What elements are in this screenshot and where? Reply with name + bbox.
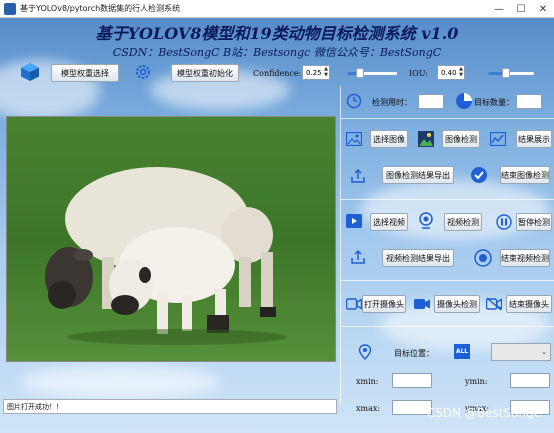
confidence-slider-handle[interactable] [356, 68, 364, 78]
pause-detect-button[interactable]: 暂停检测 [516, 213, 552, 231]
confidence-slider[interactable] [347, 68, 397, 78]
sheep-photo [7, 117, 335, 361]
location-icon [358, 344, 372, 360]
end-camera-button[interactable]: 结束摄像头 [506, 295, 552, 313]
section-divider [340, 118, 554, 119]
iou-value: 0.40 [441, 68, 457, 77]
video-icon [346, 214, 362, 228]
iou-slider-handle[interactable] [502, 68, 510, 78]
image-detect-icon [418, 131, 434, 147]
iou-spinbox[interactable]: 0.40 ▲ ▼ [437, 65, 465, 80]
iou-label: IOU: [409, 69, 428, 78]
cloud-decoration [20, 365, 220, 400]
target-position-label: 目标位置： [394, 349, 434, 358]
cloud-decoration [360, 180, 550, 240]
close-icon[interactable]: ✕ [532, 0, 554, 18]
select-model-button[interactable]: 模型权重选择 [51, 64, 119, 82]
count-value-field [516, 94, 542, 109]
chevron-down-icon: ⌄ [541, 348, 547, 356]
ymin-field [510, 373, 550, 388]
export-image-result-button[interactable]: 图像检测结果导出 [382, 166, 454, 184]
xmin-field [392, 373, 432, 388]
minimize-icon[interactable]: — [488, 0, 510, 18]
open-camera-button[interactable]: 打开摄像头 [362, 295, 406, 313]
webcam-detect-icon [419, 212, 433, 229]
select-video-button[interactable]: 选择视频 [370, 213, 408, 231]
camera-detect-icon [414, 299, 430, 309]
section-divider [340, 280, 554, 281]
confidence-value: 0.25 [306, 68, 322, 77]
spin-arrows-icon[interactable]: ▲ ▼ [459, 66, 463, 78]
pause-icon [496, 214, 512, 230]
detect-image-button[interactable]: 图像检测 [442, 130, 480, 148]
xmax-label: xmax: [356, 404, 381, 413]
line-chart-icon [490, 132, 506, 146]
time-label: 检测用时： [372, 98, 412, 107]
camera-off-icon [486, 297, 502, 311]
section-divider [340, 199, 554, 200]
target-select-dropdown[interactable]: ⌄ [491, 343, 551, 361]
status-message: 图片打开成功！！ [7, 402, 63, 411]
panel-divider [340, 86, 341, 404]
pie-chart-icon [456, 93, 472, 109]
ymin-label: ymin: [465, 377, 488, 386]
end-image-detect-button[interactable]: 结束图像检测 [500, 166, 550, 184]
confidence-label: Confidence: [253, 69, 302, 78]
window-controls: — ☐ ✕ [488, 0, 554, 18]
app-icon [4, 2, 16, 15]
page-subtitle: CSDN：BestSongC B站：Bestsongc 微信公众号：BestSo… [112, 46, 442, 59]
image-icon [346, 132, 362, 146]
spin-arrows-icon[interactable]: ▲ ▼ [324, 66, 328, 78]
iou-slider[interactable] [488, 68, 534, 78]
select-image-button[interactable]: 选择图像 [370, 130, 408, 148]
init-model-button[interactable]: 模型权重初始化 [171, 64, 239, 82]
section-divider [340, 326, 554, 327]
gear-icon [136, 65, 150, 79]
check-circle-icon [471, 167, 487, 183]
export-icon [351, 168, 365, 183]
window-title: 基于YOLOv8/pytorch数据集的行人检测系统 [20, 4, 181, 13]
confidence-spinbox[interactable]: 0.25 ▲ ▼ [302, 65, 330, 80]
count-label: 目标数量： [474, 98, 514, 107]
export-video-result-button[interactable]: 视频检测结果导出 [382, 249, 454, 267]
cube-icon [21, 63, 39, 81]
status-bar: 图片打开成功！！ [3, 399, 337, 414]
time-value-field [418, 94, 444, 109]
xmin-label: xmin: [356, 377, 379, 386]
all-badge: ALL [454, 344, 470, 359]
timer-icon [346, 93, 362, 109]
image-display [6, 116, 336, 362]
camera-detect-button[interactable]: 摄像头检测 [434, 295, 480, 313]
end-video-detect-button[interactable]: 结束视频检测 [500, 249, 550, 267]
maximize-icon[interactable]: ☐ [510, 0, 532, 18]
export-icon [351, 249, 365, 264]
detect-video-button[interactable]: 视频检测 [444, 213, 482, 231]
camera-icon [346, 298, 362, 310]
watermark: CSDN @BestSongC [426, 406, 542, 420]
show-result-button[interactable]: 结果展示 [516, 130, 552, 148]
window-titlebar: 基于YOLOv8/pytorch数据集的行人检测系统 — ☐ ✕ [0, 0, 554, 18]
page-title: 基于YOLOV8模型和19类动物目标检测系统 v1.0 [95, 24, 459, 43]
stop-circle-icon [474, 249, 492, 267]
